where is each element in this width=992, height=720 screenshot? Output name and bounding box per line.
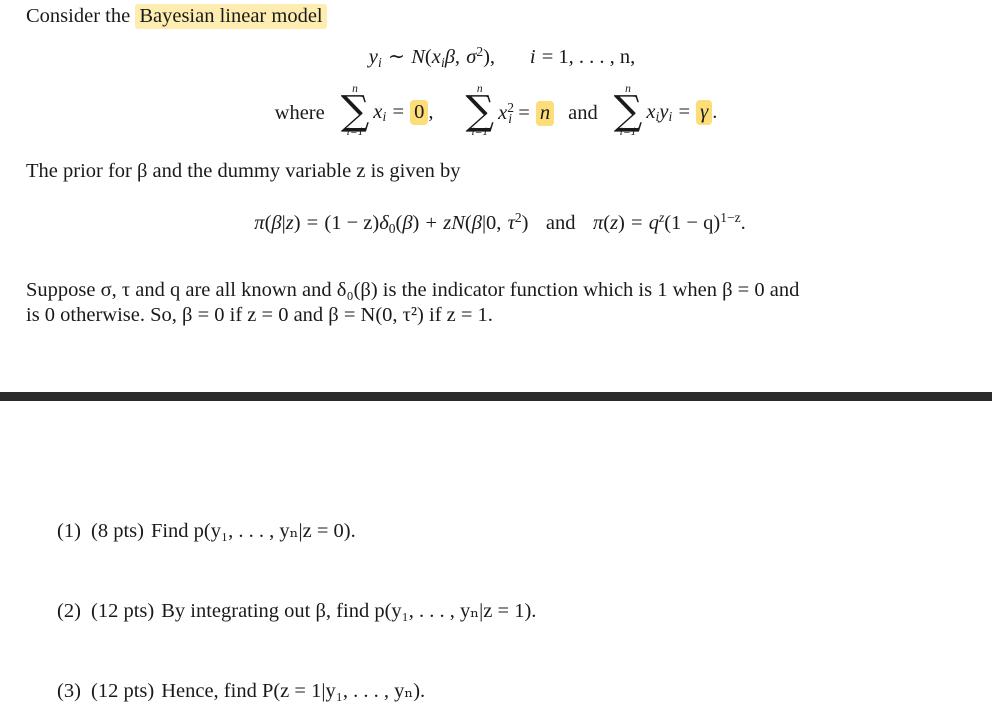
summation-1: n ∑ i=1 <box>340 83 370 138</box>
suppose-paragraph: Suppose σ, τ and q are all known and δ₀(… <box>26 278 970 328</box>
prior-delta-subscript: 0 <box>388 220 396 236</box>
constraint-2-body: x2i = n <box>498 100 555 127</box>
suppose-line-1: Suppose σ, τ and q are all known and δ₀(… <box>26 279 800 301</box>
prior-normal-mean: 0 <box>486 212 497 235</box>
question-2-number: (2) <box>57 600 81 622</box>
constraint-3-trailing: . <box>712 100 718 123</box>
prior-z: z <box>285 212 294 235</box>
prior-slab-z: z <box>443 212 452 235</box>
summation-3: n ∑ i=1 <box>613 83 643 138</box>
summation-2: n ∑ i=1 <box>465 83 495 138</box>
sum-2-lower-limit: i=1 <box>471 125 489 138</box>
model-mean-x: x <box>431 46 441 69</box>
constraint-1-value: 0 <box>410 99 429 125</box>
sum-1-lower-limit: i=1 <box>346 125 364 138</box>
constraint-1-body: xi = 0, <box>373 99 434 126</box>
constraint-3-term-y: y <box>659 100 669 123</box>
model-response-subscript: i <box>377 54 382 70</box>
question-item-2: (2) (12 pts) By integrating out β, find p(… <box>57 598 536 623</box>
open-paren: ( <box>424 46 432 69</box>
prior-q-outer-exponent: 1−z <box>720 210 741 225</box>
constraint-3-term-x: x <box>646 100 656 123</box>
question-3-number: (3) <box>57 680 81 702</box>
constraint-2-equals: = <box>518 101 530 124</box>
sum-3-lower-limit: i=1 <box>619 125 637 138</box>
prior-delta-arg: β <box>402 212 413 235</box>
question-3-points: (12 pts) <box>91 680 155 702</box>
constraint-3-equals: = <box>678 100 691 123</box>
document-page: Consider the Bayesian linear model yi ∼ N(… <box>0 0 992 720</box>
prior-one-minus-z: (1 − z) <box>324 212 380 235</box>
prior-beta: β <box>271 212 282 235</box>
constraint-2-term: x <box>498 101 508 124</box>
prior-delta: δ <box>379 212 389 235</box>
question-2-points: (12 pts) <box>91 600 155 622</box>
question-1-text: Find p(y₁, . . . , yₙ|z = 0). <box>150 520 356 542</box>
index-range: = 1, . . . , n, <box>541 46 636 69</box>
question-2-text: By integrating out β, find p(y₁, . . . ,… <box>161 600 537 622</box>
close-paren: ) <box>483 46 490 69</box>
model-equation: yi ∼ N(xiβ, σ2), i = 1, . . . , n, <box>0 44 992 71</box>
prior-normal-beta: β <box>471 212 482 235</box>
model-variance: σ <box>466 46 477 69</box>
prior-z-pi: π <box>592 212 604 235</box>
prior-z-equals: = <box>631 212 643 235</box>
where-label: where <box>274 101 325 124</box>
constraint-2-value: n <box>535 100 555 126</box>
section-divider <box>0 392 992 401</box>
prior-tau: τ <box>507 212 515 235</box>
model-response: y <box>368 46 378 69</box>
prior-intro-text: The prior for β and the dummy variable z… <box>26 160 461 182</box>
constraint-1-trailing: , <box>428 100 434 123</box>
highlighted-model-term: Bayesian linear model <box>135 4 327 29</box>
prior-plus: + <box>425 212 438 235</box>
prior-z-arg: z <box>610 212 619 235</box>
constraint-1-subscript: i <box>382 109 387 125</box>
constraints-and-label: and <box>568 101 598 124</box>
constraint-1-term: x <box>373 100 383 123</box>
intro-line: Consider the Bayesian linear model <box>26 4 327 29</box>
prior-and-label: and <box>545 212 576 235</box>
question-item-3: (3) (12 pts) Hence, find P(z = 1|y₁, . . .… <box>57 678 425 703</box>
model-comma: , <box>454 46 461 69</box>
sigma-icon: ∑ <box>465 87 495 134</box>
constraint-3-value: γ <box>696 99 713 125</box>
intro-prefix: Consider the <box>26 5 131 27</box>
constraint-3-body: xiyi = γ. <box>646 99 718 126</box>
model-distribution: N <box>411 46 425 69</box>
model-coefficient: β <box>444 46 455 69</box>
index-variable: i <box>529 46 536 69</box>
prior-one-minus-q: (1 − q) <box>664 212 721 235</box>
prior-period: . <box>740 212 746 235</box>
constraint-3-subscript-y: i <box>668 109 673 125</box>
sigma-icon: ∑ <box>340 87 370 134</box>
prior-normal: N <box>451 212 465 235</box>
question-1-points: (8 pts) <box>91 520 144 542</box>
tilde-operator: ∼ <box>387 46 406 69</box>
prior-q: q <box>648 212 659 235</box>
question-3-text: Hence, find P(z = 1|y₁, . . . , yₙ). <box>161 680 426 702</box>
model-trailing-comma: , <box>489 46 496 69</box>
constraint-1-equals: = <box>392 100 404 123</box>
question-1-number: (1) <box>57 520 81 542</box>
prior-normal-comma: , <box>496 212 502 235</box>
prior-tau-exponent: 2 <box>514 210 522 225</box>
constraint-2-subscript: i <box>508 110 513 126</box>
constraints-equation: where n ∑ i=1 xi = 0, n ∑ i=1 x2i = n and n … <box>0 83 992 138</box>
sigma-icon: ∑ <box>613 87 643 134</box>
prior-pi: π <box>254 212 265 235</box>
prior-equals: = <box>306 212 319 235</box>
suppose-line-2: is 0 otherwise. So, β = 0 if z = 0 and β… <box>26 304 493 326</box>
prior-equation: π(β|z) = (1 − z)δ0(β) + zN(β|0, τ2) and π(z) = qz… <box>254 210 746 236</box>
question-item-1: (1) (8 pts) Find p(y₁, . . . , yₙ|z = 0). <box>57 518 356 543</box>
